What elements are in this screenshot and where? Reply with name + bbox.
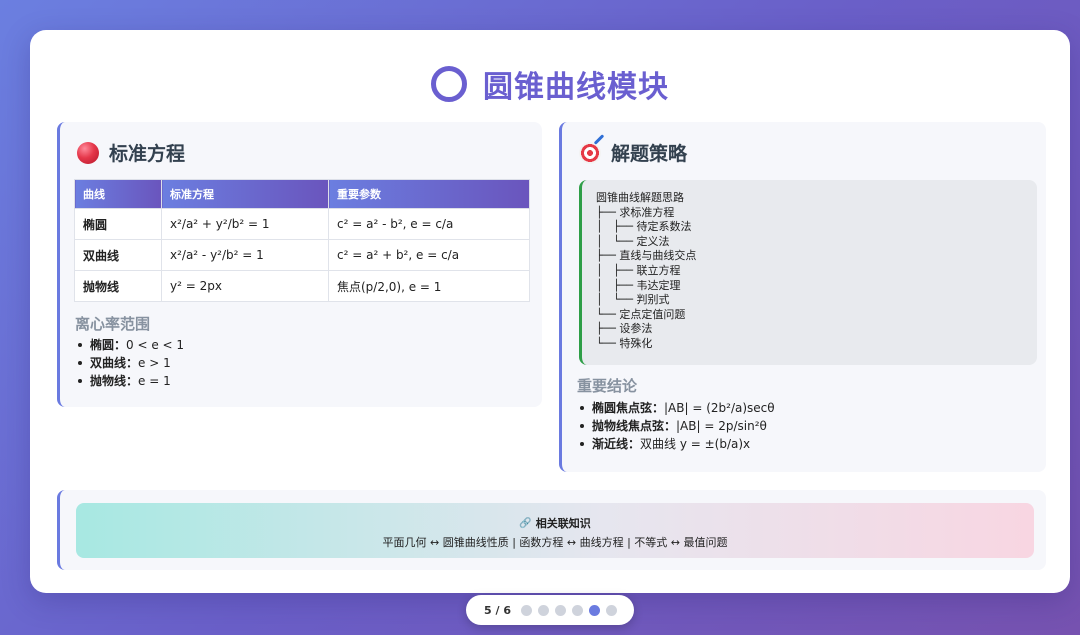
item-value: e > 1 <box>138 356 171 370</box>
table-cell: x²/a² + y²/b² = 1 <box>161 208 329 240</box>
list-item: 抛物线：e = 1 <box>77 372 184 390</box>
table-row: 抛物线 y² = 2px 焦点(p/2,0), e = 1 <box>74 270 530 302</box>
strategy-card: 解题策略 圆锥曲线解题思路 ├── 求标准方程 │ ├── 待定系数法 │ └─… <box>559 122 1046 472</box>
item-value: e = 1 <box>138 374 171 388</box>
table-row: 双曲线 x²/a² - y²/b² = 1 c² = a² + b², e = … <box>74 239 530 271</box>
page-title-row: 圆锥曲线模块 <box>30 62 1070 106</box>
item-label: 双曲线： <box>90 356 139 370</box>
page-dot[interactable] <box>554 604 566 616</box>
ring-icon <box>431 66 467 102</box>
related-title-row: 🔗 相关联知识 <box>76 515 1034 531</box>
related-line: 平面几何 ↔ 圆锥曲线性质 | 函数方程 ↔ 曲线方程 | 不等式 ↔ 最值问题 <box>382 536 728 549</box>
table-cell: x²/a² - y²/b² = 1 <box>161 239 329 271</box>
conclusions-heading: 重要结论 <box>577 377 638 395</box>
card-title: 解题策略 <box>611 143 688 165</box>
item-value: |AB| = (2b²/a)secθ <box>664 401 775 415</box>
slide-pager: 5 / 6 <box>466 595 634 625</box>
item-label: 椭圆焦点弦： <box>592 401 665 415</box>
table-cell: 焦点(p/2,0), e = 1 <box>328 270 530 302</box>
standard-equation-card: 标准方程 曲线 标准方程 重要参数 椭圆 x²/a² + y²/b² = 1 c… <box>57 122 542 407</box>
table-cell: y² = 2px <box>161 270 329 302</box>
conclusions-list: 椭圆焦点弦：|AB| = (2b²/a)secθ 抛物线焦点弦：|AB| = 2… <box>578 399 775 453</box>
card-title: 标准方程 <box>109 143 186 165</box>
page-dot[interactable] <box>520 604 532 616</box>
page-dot[interactable] <box>571 604 583 616</box>
item-value: 双曲线 y = ±(b/a)x <box>640 437 751 451</box>
related-knowledge-banner: 🔗 相关联知识 平面几何 ↔ 圆锥曲线性质 | 函数方程 ↔ 曲线方程 | 不等… <box>76 503 1034 558</box>
page-dot[interactable] <box>605 604 617 616</box>
column-header: 标准方程 <box>161 179 329 209</box>
list-item: 抛物线焦点弦：|AB| = 2p/sin²θ <box>580 417 775 435</box>
item-label: 抛物线： <box>90 374 139 388</box>
slide: 圆锥曲线模块 标准方程 曲线 标准方程 重要参数 椭圆 x²/a² + y²/b… <box>30 30 1070 593</box>
table-cell: c² = a² + b², e = c/a <box>328 239 530 271</box>
item-label: 椭圆： <box>90 338 127 352</box>
page-title: 圆锥曲线模块 <box>483 70 669 105</box>
eccentricity-list: 椭圆：0 < e < 1 双曲线：e > 1 抛物线：e = 1 <box>76 336 184 390</box>
column-header: 曲线 <box>74 179 162 209</box>
related-title: 相关联知识 <box>535 517 591 530</box>
link-icon: 🔗 <box>519 517 532 529</box>
table-cell: 抛物线 <box>74 270 162 302</box>
table-row: 椭圆 x²/a² + y²/b² = 1 c² = a² - b², e = c… <box>74 208 530 240</box>
list-item: 双曲线：e > 1 <box>77 354 184 372</box>
strategy-tree-block: 圆锥曲线解题思路 ├── 求标准方程 │ ├── 待定系数法 │ └── 定义法… <box>579 180 1037 365</box>
card-header: 解题策略 <box>579 133 688 166</box>
table-cell: 双曲线 <box>74 239 162 271</box>
column-header: 重要参数 <box>328 179 530 209</box>
equation-table: 曲线 标准方程 重要参数 椭圆 x²/a² + y²/b² = 1 c² = a… <box>74 179 530 302</box>
list-item: 椭圆焦点弦：|AB| = (2b²/a)secθ <box>580 399 775 417</box>
item-value: |AB| = 2p/sin²θ <box>676 419 767 433</box>
list-item: 渐近线：双曲线 y = ±(b/a)x <box>580 435 775 453</box>
table-cell: c² = a² - b², e = c/a <box>328 208 530 240</box>
item-value: 0 < e < 1 <box>126 338 185 352</box>
strategy-tree: 圆锥曲线解题思路 ├── 求标准方程 │ ├── 待定系数法 │ └── 定义法… <box>596 191 697 350</box>
eccentricity-heading: 离心率范围 <box>75 315 151 333</box>
red-ball-icon <box>77 141 99 164</box>
item-label: 抛物线焦点弦： <box>592 419 677 433</box>
item-label: 渐近线： <box>592 437 641 451</box>
related-knowledge-card: 🔗 相关联知识 平面几何 ↔ 圆锥曲线性质 | 函数方程 ↔ 曲线方程 | 不等… <box>57 490 1046 570</box>
table-cell: 椭圆 <box>74 208 162 240</box>
dart-target-icon <box>579 133 605 164</box>
page-dot-active[interactable] <box>588 604 600 616</box>
list-item: 椭圆：0 < e < 1 <box>77 336 185 354</box>
table-header-row: 曲线 标准方程 重要参数 <box>74 179 530 209</box>
page-dot[interactable] <box>537 604 549 616</box>
card-header: 标准方程 <box>77 139 185 166</box>
page-indicator: 5 / 6 <box>484 603 511 617</box>
